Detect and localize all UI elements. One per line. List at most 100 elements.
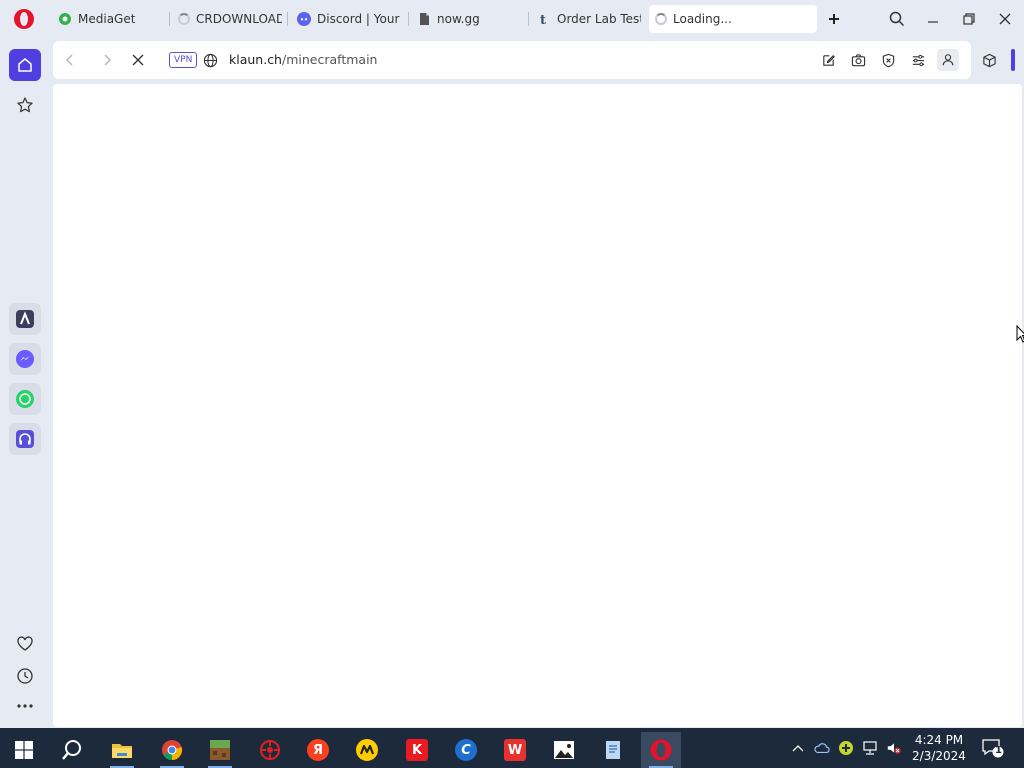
taskbar-file-explorer[interactable] xyxy=(102,732,142,768)
wps-office-icon: W xyxy=(504,739,526,761)
url-domain: klaun.ch xyxy=(229,52,282,67)
tab-nowgg[interactable]: now.gg xyxy=(411,5,529,33)
tray-network[interactable] xyxy=(862,740,878,756)
opera-icon xyxy=(650,739,672,761)
easy-setup-button[interactable] xyxy=(910,52,926,68)
snapshot-edit-button[interactable] xyxy=(820,52,836,68)
tab-label: Loading... xyxy=(673,12,732,26)
tray-volume[interactable] xyxy=(886,740,902,756)
clock-time: 4:24 PM xyxy=(914,733,964,747)
tab-label: CRDOWNLOAD xyxy=(196,12,282,26)
minimize-icon xyxy=(928,21,938,23)
close-window-button[interactable] xyxy=(994,8,1016,30)
search-icon xyxy=(62,740,81,760)
taskbar-yandex-market[interactable] xyxy=(347,732,387,768)
opera-menu-icon[interactable] xyxy=(14,9,34,29)
vpn-badge[interactable]: VPN xyxy=(169,52,198,68)
sidebar-item-my-flow[interactable] xyxy=(9,628,41,660)
tab-label: Order Lab Tests xyxy=(557,12,641,26)
restore-button[interactable] xyxy=(958,8,980,30)
sidebar-item-whatsapp[interactable] xyxy=(9,383,41,415)
taskbar-opera[interactable] xyxy=(641,732,681,768)
sidebar-item-speed-dial[interactable] xyxy=(9,89,41,121)
notepad-icon xyxy=(606,741,620,759)
settings-sliders-icon xyxy=(912,54,924,66)
history-icon xyxy=(17,668,33,684)
system-clock[interactable]: 4:24 PM 2/3/2024 xyxy=(912,732,966,764)
show-hidden-icons-button[interactable] xyxy=(790,740,806,756)
ccleaner-icon: C xyxy=(455,739,477,761)
svg-text:t: t xyxy=(540,13,546,26)
address-bar: VPN klaun.ch/minecraftmain xyxy=(53,41,971,79)
taskbar-search-button[interactable] xyxy=(52,732,92,768)
taskbar-kaspersky[interactable]: K xyxy=(397,732,437,768)
taskbar-notepad[interactable] xyxy=(593,732,633,768)
yandex-browser-icon: Я xyxy=(307,739,329,761)
taskbar-yandex-browser[interactable]: Я xyxy=(298,732,338,768)
tab-discord[interactable]: Discord | Your Pl xyxy=(291,5,409,33)
taskbar-minecraft[interactable] xyxy=(200,732,240,768)
spinner-icon xyxy=(655,13,667,25)
tab-order-lab-tests[interactable]: t Order Lab Tests xyxy=(531,5,647,33)
plus-icon xyxy=(829,14,839,24)
sidebar xyxy=(0,38,49,728)
taskbar-antivirus[interactable] xyxy=(250,732,290,768)
restore-icon xyxy=(963,13,975,25)
tab-mediaget[interactable]: MediaGet xyxy=(52,5,170,33)
shield-icon xyxy=(882,53,894,67)
star-icon xyxy=(17,97,33,113)
chevron-up-icon xyxy=(792,745,804,752)
document-icon xyxy=(420,13,429,25)
taskbar-wps-office[interactable]: W xyxy=(495,732,535,768)
tray-app-plus[interactable] xyxy=(838,740,854,756)
sidebar-item-music-player[interactable] xyxy=(9,423,41,455)
stop-loading-button[interactable] xyxy=(129,51,147,69)
sidebar-item-aria[interactable] xyxy=(9,303,41,335)
taskbar-chrome[interactable] xyxy=(152,732,192,768)
minimize-button[interactable] xyxy=(922,8,944,30)
taskbar-photos[interactable] xyxy=(544,732,584,768)
plus-circle-icon xyxy=(839,741,853,755)
spinner-icon xyxy=(178,13,190,25)
url-field[interactable]: klaun.ch/minecraftmain xyxy=(229,52,377,67)
cloud-sync-icon xyxy=(814,743,830,754)
network-icon xyxy=(863,741,877,755)
snapshot-button[interactable] xyxy=(850,52,866,68)
forward-button[interactable] xyxy=(98,51,116,69)
tab-crdownload[interactable]: CRDOWNLOAD xyxy=(172,5,288,33)
home-icon xyxy=(18,58,32,72)
extensions-button[interactable] xyxy=(976,47,1002,73)
search-icon xyxy=(889,11,905,27)
aria-icon xyxy=(16,310,34,328)
yandex-market-icon xyxy=(356,739,378,761)
page-content-area[interactable] xyxy=(53,84,1022,727)
profile-button[interactable] xyxy=(937,49,959,71)
tumblr-icon: t xyxy=(540,13,546,26)
new-tab-button[interactable] xyxy=(823,8,845,30)
sidebar-item-more[interactable] xyxy=(9,690,41,722)
site-info-button[interactable] xyxy=(202,52,218,68)
globe-icon xyxy=(203,53,217,67)
tab-loading[interactable]: Loading... xyxy=(649,5,817,33)
taskbar-ccleaner[interactable]: C xyxy=(446,732,486,768)
camera-icon xyxy=(851,53,865,66)
chevron-right-icon xyxy=(104,54,112,66)
ad-blocker-button[interactable] xyxy=(880,52,896,68)
start-icon xyxy=(15,741,33,759)
cube-icon xyxy=(982,53,996,67)
tab-strip: MediaGet CRDOWNLOAD Discord | Your Pl no… xyxy=(0,0,1024,38)
start-button[interactable] xyxy=(4,732,44,768)
sidebar-item-home[interactable] xyxy=(9,49,41,81)
mediaget-icon xyxy=(59,13,71,25)
tray-onedrive[interactable] xyxy=(814,740,830,756)
back-button[interactable] xyxy=(61,51,79,69)
tab-search-button[interactable] xyxy=(886,8,908,30)
whatsapp-icon xyxy=(16,390,34,408)
edit-icon xyxy=(822,54,835,66)
sidebar-item-history[interactable] xyxy=(9,660,41,692)
chrome-icon xyxy=(162,740,183,761)
notification-center-button[interactable]: 1 xyxy=(982,738,1004,761)
antivirus-icon xyxy=(260,740,280,760)
close-icon xyxy=(132,54,144,66)
sidebar-item-messenger[interactable] xyxy=(9,343,41,375)
